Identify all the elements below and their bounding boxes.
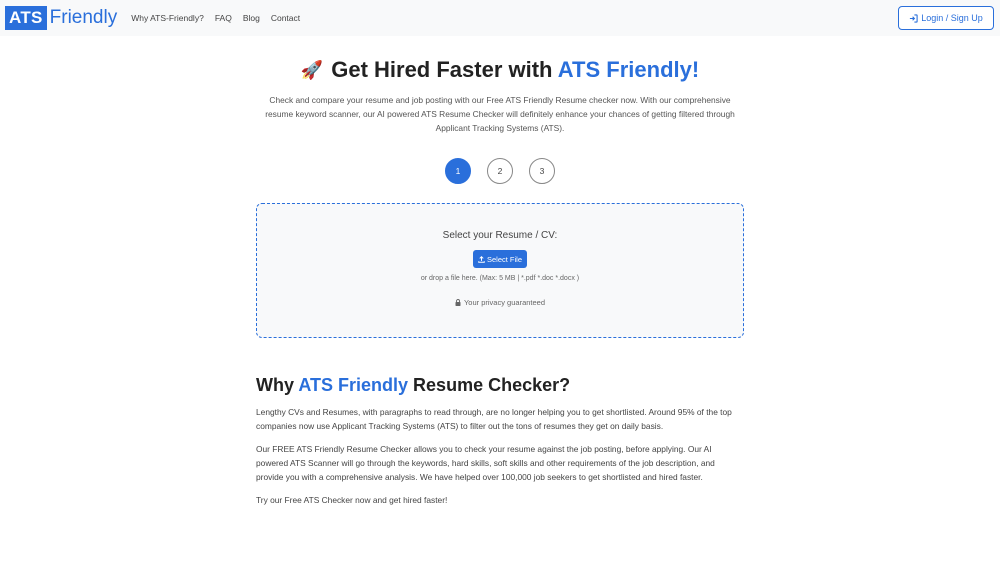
- step-indicator: 1 2 3: [0, 158, 1000, 184]
- privacy-label: Your privacy guaranteed: [463, 298, 546, 307]
- hero-title-prefix: Get Hired Faster with: [331, 57, 553, 82]
- step-3[interactable]: 3: [529, 158, 555, 184]
- hero-section: 🚀 Get Hired Faster with ATS Friendly! Ch…: [0, 57, 1000, 135]
- lock-icon: [455, 299, 461, 306]
- why-section: Why ATS Friendly Resume Checker? Lengthy…: [256, 375, 744, 507]
- hero-title-accent: ATS Friendly!: [557, 57, 700, 82]
- login-signup-button[interactable]: Login / Sign Up: [898, 6, 994, 30]
- select-file-button[interactable]: Select File: [473, 250, 527, 268]
- drop-hint: or drop a file here. (Max: 5 MB | *.pdf …: [420, 275, 580, 282]
- why-paragraph: Try our Free ATS Checker now and get hir…: [256, 495, 448, 505]
- login-signup-label: Login / Sign Up: [921, 13, 983, 23]
- why-title-accent: ATS Friendly: [298, 375, 409, 395]
- brand-logo[interactable]: ATS Friendly: [5, 6, 117, 30]
- hero-description: Check and compare your resume and job po…: [265, 95, 735, 133]
- step-2[interactable]: 2: [487, 158, 513, 184]
- why-paragraph: Our FREE ATS Friendly Resume Checker all…: [256, 444, 715, 482]
- upload-icon: [478, 255, 485, 263]
- rocket-icon: 🚀: [300, 59, 324, 80]
- step-1[interactable]: 1: [445, 158, 471, 184]
- upload-label: Select your Resume / CV:: [442, 230, 558, 241]
- why-title-suffix: Resume Checker?: [413, 375, 571, 395]
- nav-link-contact[interactable]: Contact: [271, 13, 300, 23]
- nav-link-faq[interactable]: FAQ: [215, 13, 232, 23]
- navbar: ATS Friendly Why ATS-Friendly? FAQ Blog …: [0, 0, 1000, 36]
- nav-links: Why ATS-Friendly? FAQ Blog Contact: [131, 13, 300, 23]
- privacy-note: Your privacy guaranteed: [257, 298, 743, 307]
- why-title: Why ATS Friendly Resume Checker?: [256, 375, 744, 396]
- why-title-prefix: Why: [256, 375, 294, 395]
- sign-in-icon: [910, 13, 918, 23]
- hero-title: 🚀 Get Hired Faster with ATS Friendly!: [0, 57, 1000, 83]
- nav-link-blog[interactable]: Blog: [243, 13, 260, 23]
- logo-friendly: Friendly: [49, 7, 118, 28]
- resume-dropzone[interactable]: Select your Resume / CV: Select File or …: [256, 203, 744, 338]
- select-file-label: Select File: [486, 254, 522, 264]
- logo-ats: ATS: [5, 6, 47, 30]
- why-paragraph: Lengthy CVs and Resumes, with paragraphs…: [256, 407, 732, 431]
- nav-link-why[interactable]: Why ATS-Friendly?: [131, 13, 204, 23]
